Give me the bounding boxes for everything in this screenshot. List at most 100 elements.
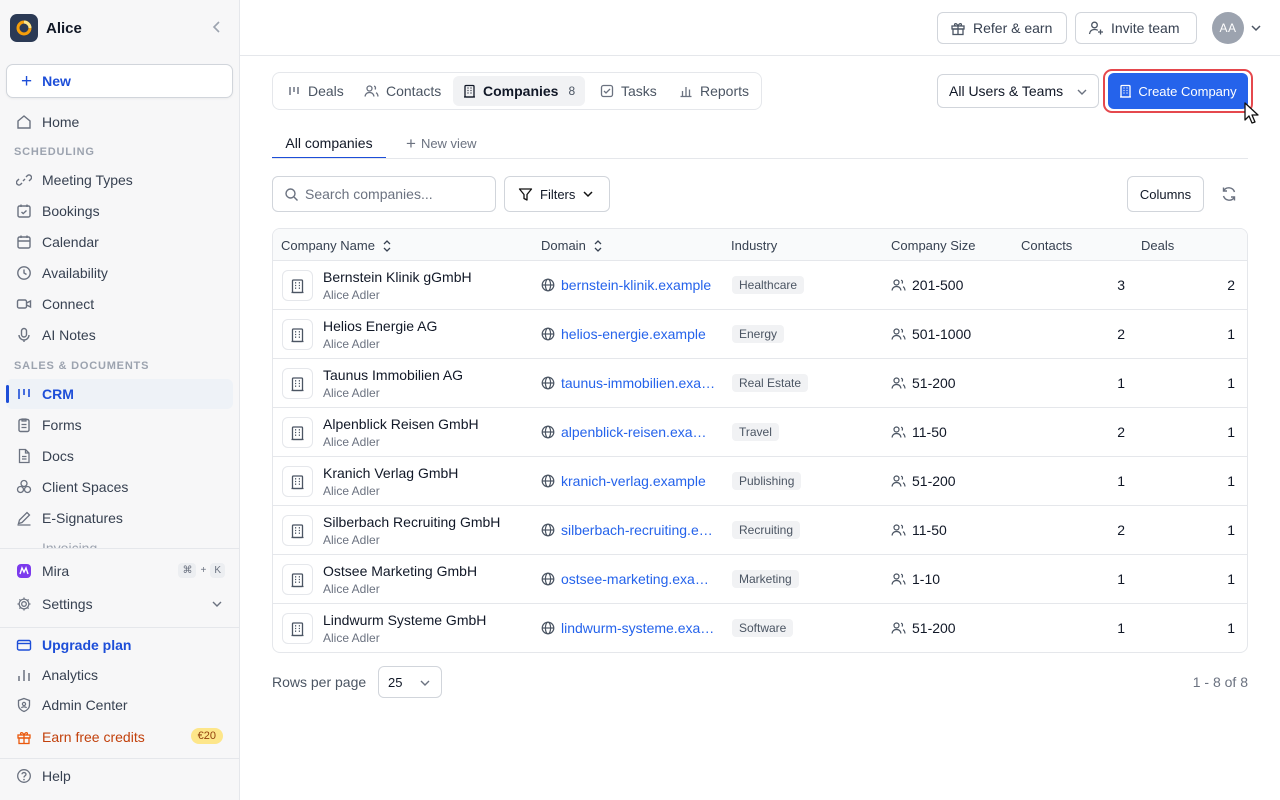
tab-deals[interactable]: Deals xyxy=(277,76,354,106)
refresh-icon[interactable] xyxy=(1219,184,1239,204)
industry-tag: Publishing xyxy=(732,472,802,490)
tab-companies[interactable]: Companies 8 xyxy=(453,76,586,106)
deals-count: 1 xyxy=(1227,522,1235,538)
globe-icon xyxy=(541,327,555,341)
tab-contacts[interactable]: Contacts xyxy=(354,76,451,106)
industry-tag: Software xyxy=(732,619,794,637)
sidebar-item-admin-center[interactable]: Admin Center xyxy=(6,690,233,720)
tab-tasks[interactable]: Tasks xyxy=(590,76,667,106)
sidebar-item-help[interactable]: Help xyxy=(6,761,233,791)
table-row[interactable]: Alpenblick Reisen GmbH Alice Adler alpenbl… xyxy=(273,408,1247,457)
sidebar-item-docs[interactable]: Docs xyxy=(6,441,233,471)
table-row[interactable]: Kranich Verlag GmbH Alice Adler kranich-ve… xyxy=(273,457,1247,506)
company-name[interactable]: Ostsee Marketing GmbH xyxy=(323,563,477,579)
company-name[interactable]: Lindwurm Systeme GmbH xyxy=(323,612,486,628)
table-row[interactable]: Lindwurm Systeme GmbH Alice Adler lindwurm… xyxy=(273,604,1247,652)
bar-chart-icon xyxy=(679,84,693,98)
collapse-sidebar-icon[interactable] xyxy=(212,20,222,37)
create-company-button[interactable]: Create Company xyxy=(1108,73,1248,109)
company-domain: bernstein-klinik.example xyxy=(541,277,716,293)
filters-button[interactable]: Filters xyxy=(504,176,610,212)
company-name[interactable]: Silberbach Recruiting GmbH xyxy=(323,514,500,530)
sidebar-item-calendar[interactable]: Calendar xyxy=(6,227,233,257)
microphone-icon xyxy=(14,325,34,345)
table-row[interactable]: Bernstein Klinik gGmbH Alice Adler bernste… xyxy=(273,261,1247,310)
sidebar-item-label: Settings xyxy=(42,596,93,612)
refer-earn-button[interactable]: Refer & earn xyxy=(937,12,1067,44)
section-label-scheduling: SCHEDULING xyxy=(14,146,95,158)
sidebar-item-connect[interactable]: Connect xyxy=(6,289,233,319)
sidebar-item-mira[interactable]: Mira ⌘ + K xyxy=(6,556,233,586)
sidebar-item-crm[interactable]: CRM xyxy=(6,379,233,409)
sidebar-item-home[interactable]: Home xyxy=(6,107,233,137)
sidebar-item-e-signatures[interactable]: E-Signatures xyxy=(6,503,233,533)
sidebar-item-earn-credits[interactable]: Earn free credits €20 xyxy=(6,722,233,752)
table-row[interactable]: Ostsee Marketing GmbH Alice Adler ostsee-m… xyxy=(273,555,1247,604)
sort-icon[interactable] xyxy=(382,239,392,253)
refer-earn-label: Refer & earn xyxy=(973,20,1053,36)
company-owner: Alice Adler xyxy=(323,582,380,596)
company-name[interactable]: Kranich Verlag GmbH xyxy=(323,465,458,481)
tab-label: Companies xyxy=(483,83,559,99)
invite-team-button[interactable]: Invite team xyxy=(1075,12,1197,44)
users-teams-select[interactable]: All Users & Teams xyxy=(937,74,1099,108)
domain-link[interactable]: helios-energie.example xyxy=(561,326,706,342)
domain-link[interactable]: taunus-immobilien.example xyxy=(561,375,716,391)
section-label-sales: SALES & DOCUMENTS xyxy=(14,360,150,372)
chevron-down-icon[interactable] xyxy=(1250,20,1262,39)
table-row[interactable]: Taunus Immobilien AG Alice Adler taunus-im… xyxy=(273,359,1247,408)
search-input[interactable] xyxy=(305,184,487,204)
domain-link[interactable]: ostsee-marketing.example xyxy=(561,571,716,587)
rows-per-page-select[interactable]: 25 xyxy=(378,666,442,698)
sort-icon[interactable] xyxy=(593,239,603,253)
header-company-name[interactable]: Company Name xyxy=(281,238,392,253)
header-domain[interactable]: Domain xyxy=(541,238,603,253)
shortcut-key: K xyxy=(210,563,225,578)
view-tab-all-companies[interactable]: All companies xyxy=(272,128,386,159)
sidebar-item-ai-notes[interactable]: AI Notes xyxy=(6,320,233,350)
globe-icon xyxy=(541,474,555,488)
checkbox-icon xyxy=(600,84,614,98)
avatar[interactable]: AA xyxy=(1212,12,1244,44)
sidebar-item-invoicing[interactable]: Invoicing xyxy=(6,540,233,548)
company-size: 1-10 xyxy=(891,571,940,587)
new-button[interactable]: + New xyxy=(6,64,233,98)
sidebar-item-analytics[interactable]: Analytics xyxy=(6,660,233,690)
company-name[interactable]: Alpenblick Reisen GmbH xyxy=(323,416,479,432)
sidebar-item-upgrade-plan[interactable]: Upgrade plan xyxy=(6,630,233,660)
globe-icon xyxy=(541,523,555,537)
company-domain: helios-energie.example xyxy=(541,326,716,342)
table-row[interactable]: Helios Energie AG Alice Adler helios-energ… xyxy=(273,310,1247,359)
bar-chart-icon xyxy=(14,665,34,685)
new-view-button[interactable]: + New view xyxy=(406,128,477,158)
building-icon xyxy=(282,466,313,497)
sidebar-item-client-spaces[interactable]: Client Spaces xyxy=(6,472,233,502)
company-domain: lindwurm-systeme.example xyxy=(541,620,716,636)
table-row[interactable]: Silberbach Recruiting GmbH Alice Adler sil… xyxy=(273,506,1247,555)
industry-tag: Energy xyxy=(732,325,785,343)
columns-button[interactable]: Columns xyxy=(1127,176,1204,212)
contacts-count: 1 xyxy=(1117,620,1125,636)
company-name[interactable]: Taunus Immobilien AG xyxy=(323,367,463,383)
sidebar-item-settings[interactable]: Settings xyxy=(6,589,233,619)
domain-link[interactable]: silberbach-recruiting.example xyxy=(561,522,716,538)
sidebar-item-forms[interactable]: Forms xyxy=(6,410,233,440)
domain-link[interactable]: lindwurm-systeme.example xyxy=(561,620,716,636)
contacts-count: 2 xyxy=(1117,424,1125,440)
company-name[interactable]: Helios Energie AG xyxy=(323,318,437,334)
domain-link[interactable]: alpenblick-reisen.example xyxy=(561,424,716,440)
company-name[interactable]: Bernstein Klinik gGmbH xyxy=(323,269,472,285)
globe-icon xyxy=(541,572,555,586)
domain-link[interactable]: bernstein-klinik.example xyxy=(561,277,711,293)
sidebar-item-bookings[interactable]: Bookings xyxy=(6,196,233,226)
company-size-value: 51-200 xyxy=(912,620,956,636)
workspace-switcher[interactable]: Alice xyxy=(10,14,230,42)
search-icon xyxy=(284,187,299,202)
sidebar-item-availability[interactable]: Availability xyxy=(6,258,233,288)
industry-tag: Healthcare xyxy=(732,276,805,294)
sidebar-item-meeting-types[interactable]: Meeting Types xyxy=(6,165,233,195)
deals-count: 1 xyxy=(1227,473,1235,489)
tab-reports[interactable]: Reports xyxy=(669,76,759,106)
domain-link[interactable]: kranich-verlag.example xyxy=(561,473,706,489)
chevron-down-icon xyxy=(1076,85,1088,102)
